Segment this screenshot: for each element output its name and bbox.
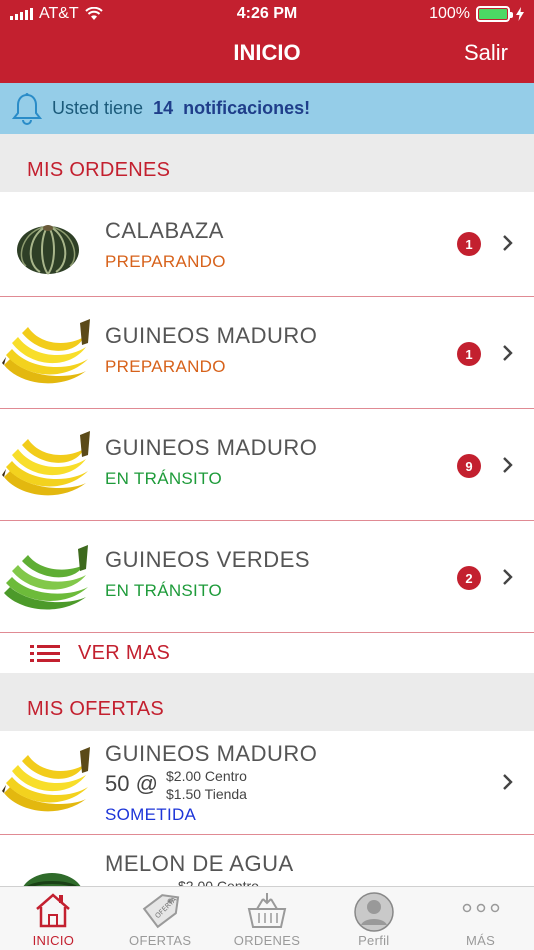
product-name: CALABAZA [105, 218, 224, 243]
app-header: AT&T 4:26 PM 100% INICIO Salir [0, 0, 534, 83]
green-banana-icon [0, 537, 94, 617]
order-row[interactable]: GUINEOS MADURO PREPARANDO 1 [0, 297, 534, 409]
see-more-button[interactable]: VER MAS [0, 634, 534, 673]
home-icon [36, 893, 71, 928]
chevron-right-icon [503, 569, 513, 585]
notification-suffix: notificaciones! [183, 98, 311, 118]
order-count-badge: 1 [457, 342, 481, 366]
tab-label: ORDENES [233, 933, 301, 948]
price-center: $2.00 Centro [166, 768, 247, 784]
tab-label: MÁS [466, 933, 496, 948]
basket-icon [247, 893, 287, 928]
more-icon [462, 903, 499, 913]
tab-bar: INICIO OFERTA OFERTAS ORDENES Perfil MÁS [0, 886, 534, 950]
product-name: GUINEOS VERDES [105, 547, 311, 572]
battery-icon [476, 6, 513, 22]
product-name: GUINEOS MADURO [105, 323, 318, 348]
tab-label: OFERTAS [129, 933, 192, 948]
tab-ofertas[interactable]: OFERTA OFERTAS [107, 887, 214, 950]
order-count-badge: 9 [457, 454, 481, 478]
product-name: GUINEOS MADURO [105, 741, 318, 766]
offer-tag-icon: OFERTA [142, 894, 180, 929]
offers-section-title: MIS OFERTAS [27, 698, 165, 720]
notification-banner[interactable]: Usted tiene 14 notificaciones! [0, 83, 534, 134]
status-bar: AT&T 4:26 PM 100% [0, 0, 534, 30]
pumpkin-icon [0, 206, 94, 286]
charging-icon [516, 7, 524, 21]
product-name: MELON DE AGUA [105, 851, 294, 876]
order-status: PREPARANDO [105, 252, 226, 271]
chevron-right-icon [503, 235, 513, 251]
profile-icon [354, 892, 394, 932]
tab-ordenes[interactable]: ORDENES [214, 887, 321, 950]
tab-label: Perfil [358, 933, 390, 948]
tab-perfil[interactable]: Perfil [320, 887, 427, 950]
offer-quantity: 50 @ [105, 771, 158, 796]
notification-count: 14 [153, 98, 174, 118]
order-row[interactable]: GUINEOS MADURO EN TRÁNSITO 9 [0, 409, 534, 521]
order-status: EN TRÁNSITO [105, 469, 222, 488]
order-count-badge: 1 [457, 232, 481, 256]
offer-status: SOMETIDA [105, 805, 197, 824]
battery-percent: 100% [429, 5, 470, 22]
chevron-right-icon [503, 457, 513, 473]
logout-button[interactable]: Salir [464, 40, 508, 66]
notification-prefix: Usted tiene [52, 98, 144, 118]
price-store: $1.50 Tienda [166, 786, 247, 802]
tab-label: INICIO [32, 933, 75, 948]
order-row[interactable]: GUINEOS VERDES EN TRÁNSITO 2 [0, 521, 534, 633]
page-title: INICIO [233, 40, 301, 65]
offer-row[interactable]: GUINEOS MADURO 50 @ $2.00 Centro $1.50 T… [0, 731, 534, 835]
see-more-label: VER MAS [78, 642, 171, 664]
chevron-right-icon [503, 345, 513, 361]
orders-section-title: MIS ORDENES [27, 159, 171, 181]
chevron-right-icon [503, 774, 513, 790]
ripe-banana-icon [0, 741, 94, 821]
list-icon [30, 645, 60, 662]
order-row[interactable]: CALABAZA PREPARANDO 1 [0, 192, 534, 297]
product-name: GUINEOS MADURO [105, 435, 318, 460]
bell-icon [11, 92, 43, 125]
orders-section-header: MIS ORDENES [0, 134, 534, 192]
offers-section-header: MIS OFERTAS [0, 673, 534, 731]
tab-inicio[interactable]: INICIO [0, 887, 107, 950]
ripe-banana-icon [0, 313, 94, 393]
order-status: PREPARANDO [105, 357, 226, 376]
offer-prices: $2.00 Centro $1.50 Tienda [166, 767, 247, 803]
order-count-badge: 2 [457, 566, 481, 590]
ripe-banana-icon [0, 425, 94, 505]
order-status: EN TRÁNSITO [105, 581, 222, 600]
tab-mas[interactable]: MÁS [427, 887, 534, 950]
